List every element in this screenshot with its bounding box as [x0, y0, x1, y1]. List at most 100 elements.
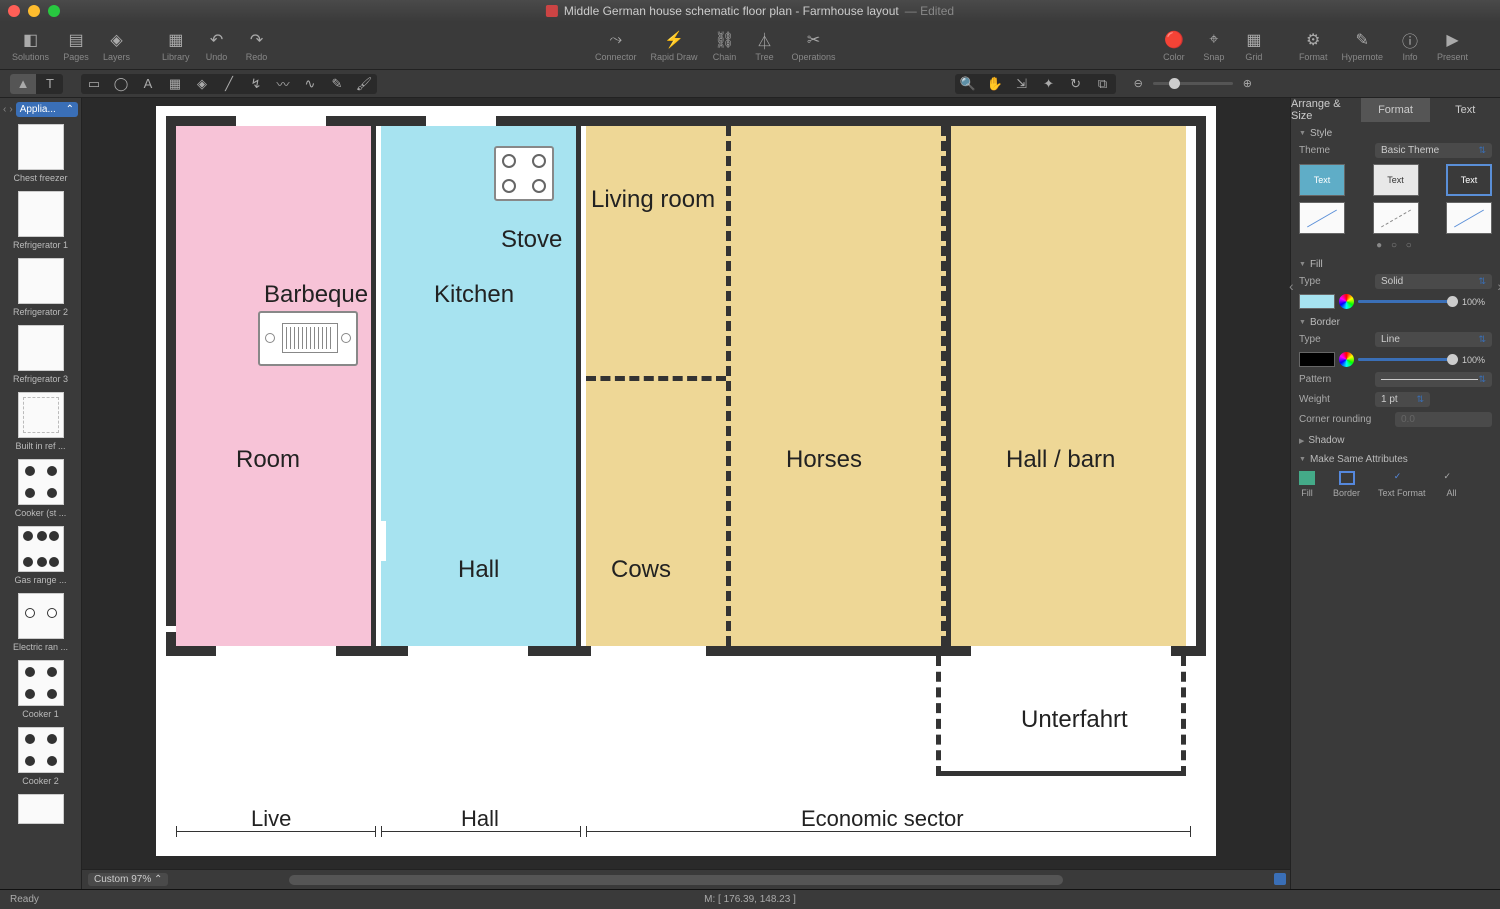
canvas-scroll[interactable]: Room Barbeque Kitchen Hall Stove Living …	[82, 98, 1290, 869]
drawing-page[interactable]: Room Barbeque Kitchen Hall Stove Living …	[156, 106, 1216, 856]
barbeque-shape[interactable]	[258, 311, 358, 366]
make-same-all[interactable]: ✓All	[1444, 471, 1460, 498]
close-window-button[interactable]	[8, 5, 20, 17]
dropper-tool[interactable]: ⇲	[1009, 74, 1035, 94]
edit-points-tool[interactable]: ✦	[1036, 74, 1062, 94]
fill-color-swatch[interactable]	[1299, 294, 1335, 309]
library-selector[interactable]: Applia...⌃	[16, 102, 78, 117]
spline-tool[interactable]: ∿	[297, 74, 323, 94]
line-swatch-1[interactable]	[1299, 202, 1345, 234]
zoom-window-button[interactable]	[48, 5, 60, 17]
zoom-out-button[interactable]: ⊖	[1134, 77, 1143, 90]
stencil-refrigerator-3[interactable]: Refrigerator 3	[4, 325, 77, 384]
room-kitchen[interactable]	[381, 126, 581, 646]
library-button[interactable]: ▦Library	[156, 27, 196, 64]
text-shape-tool[interactable]: A	[135, 74, 161, 94]
room-room[interactable]	[176, 126, 376, 646]
section-style-header[interactable]: Style	[1299, 128, 1492, 139]
stencil-cooker-1[interactable]: Cooker 1	[4, 660, 77, 719]
color-wheel-icon[interactable]	[1339, 294, 1354, 309]
stencil-extra[interactable]	[4, 794, 77, 824]
theme-swatch-3[interactable]: Text	[1446, 164, 1492, 196]
tab-arrange-size[interactable]: Arrange & Size	[1291, 98, 1361, 122]
section-shadow-header[interactable]: Shadow	[1299, 435, 1492, 446]
theme-swatch-2[interactable]: Text	[1373, 164, 1419, 196]
hypernote-button[interactable]: ✎Hypernote	[1335, 27, 1389, 64]
zoom-slider[interactable]	[1153, 82, 1233, 85]
room-living[interactable]	[586, 126, 726, 376]
fill-opacity-slider[interactable]	[1358, 300, 1458, 303]
border-type-select[interactable]: Line⇅	[1375, 332, 1492, 347]
chain-button[interactable]: ⛓Chain	[706, 27, 744, 64]
weight-input[interactable]: 1 pt⇅	[1375, 392, 1430, 407]
smart-connect-tool[interactable]: ↯	[243, 74, 269, 94]
table-tool[interactable]: ▦	[162, 74, 188, 94]
room-cows[interactable]	[586, 376, 726, 646]
line-swatch-3[interactable]	[1446, 202, 1492, 234]
divider-horses-right[interactable]	[941, 126, 946, 646]
fill-type-select[interactable]: Solid⇅	[1375, 274, 1492, 289]
border-opacity-slider[interactable]	[1358, 358, 1458, 361]
make-same-fill[interactable]: Fill	[1299, 471, 1315, 498]
section-make-same-header[interactable]: Make Same Attributes	[1299, 454, 1492, 465]
format-panel-button[interactable]: ⚙Format	[1293, 27, 1334, 64]
stencil-gas-range[interactable]: Gas range ...	[4, 526, 77, 585]
color-wheel-icon[interactable]	[1339, 352, 1354, 367]
pan-tool[interactable]: ✋	[982, 74, 1008, 94]
minimize-window-button[interactable]	[28, 5, 40, 17]
add-page-button[interactable]	[1274, 873, 1286, 885]
select-tool[interactable]: ▲	[10, 74, 36, 94]
theme-swatch-1[interactable]: Text	[1299, 164, 1345, 196]
stencil-refrigerator-1[interactable]: Refrigerator 1	[4, 191, 77, 250]
building-outline[interactable]: Room Barbeque Kitchen Hall Stove Living …	[166, 116, 1206, 656]
rotate-tool[interactable]: ↻	[1063, 74, 1089, 94]
swatch-pagination[interactable]: ● ○ ○	[1299, 240, 1492, 251]
crop-tool[interactable]: ⧉	[1090, 74, 1116, 94]
stencil-chest-freezer[interactable]: Chest freezer	[4, 124, 77, 183]
callout-tool[interactable]: ◈	[189, 74, 215, 94]
tree-button[interactable]: ⏃Tree	[746, 27, 784, 64]
operations-button[interactable]: ✂Operations	[786, 27, 842, 64]
color-button[interactable]: 🔴Color	[1155, 27, 1193, 64]
bezier-tool[interactable]: 〰	[270, 74, 296, 94]
paint-tool[interactable]: 🖌	[351, 74, 377, 94]
tab-format[interactable]: Format	[1361, 98, 1431, 122]
library-next-button[interactable]: ›	[9, 104, 12, 115]
stencil-built-in-ref[interactable]: Built in ref ...	[4, 392, 77, 451]
zoom-dropdown[interactable]: Custom 97% ⌃	[88, 873, 168, 886]
zoom-in-button[interactable]: ⊕	[1243, 77, 1252, 90]
stove-shape[interactable]	[494, 146, 554, 201]
connector-button[interactable]: ⤳Connector	[589, 27, 643, 64]
snap-button[interactable]: ⌖Snap	[1195, 27, 1233, 64]
pages-button[interactable]: ▤Pages	[57, 27, 95, 64]
unterfahrt-area[interactable]	[936, 656, 1186, 776]
theme-prev-button[interactable]: ‹	[1291, 278, 1294, 294]
stencil-cooker-2[interactable]: Cooker 2	[4, 727, 77, 786]
stencil-refrigerator-2[interactable]: Refrigerator 2	[4, 258, 77, 317]
zoom-tool[interactable]: 🔍	[955, 74, 981, 94]
present-button[interactable]: ▶Present	[1431, 27, 1474, 64]
tab-text[interactable]: Text	[1430, 98, 1500, 122]
solutions-button[interactable]: ◧Solutions	[6, 27, 55, 64]
ellipse-tool[interactable]: ◯	[108, 74, 134, 94]
pencil-tool[interactable]: ✎	[324, 74, 350, 94]
theme-select[interactable]: Basic Theme⇅	[1375, 143, 1492, 158]
pattern-select[interactable]: ⇅	[1375, 372, 1492, 387]
corner-input[interactable]: 0.0	[1395, 412, 1492, 427]
info-button[interactable]: ⓘInfo	[1391, 27, 1429, 64]
divider-horses-left[interactable]	[726, 126, 731, 646]
rect-tool[interactable]: ▭	[81, 74, 107, 94]
stencil-electric-range[interactable]: Electric ran ...	[4, 593, 77, 652]
section-fill-header[interactable]: Fill	[1299, 259, 1492, 270]
line-tool[interactable]: ╱	[216, 74, 242, 94]
grid-button[interactable]: ▦Grid	[1235, 27, 1273, 64]
border-color-swatch[interactable]	[1299, 352, 1335, 367]
layers-button[interactable]: ◈Layers	[97, 27, 136, 64]
line-swatch-2[interactable]	[1373, 202, 1419, 234]
horizontal-scrollbar[interactable]	[178, 873, 1284, 887]
stencil-cooker-st[interactable]: Cooker (st ...	[4, 459, 77, 518]
redo-button[interactable]: ↷Redo	[238, 27, 276, 64]
room-horses[interactable]	[726, 126, 946, 646]
stencil-list[interactable]: Chest freezer Refrigerator 1 Refrigerato…	[0, 120, 81, 889]
text-tool[interactable]: T	[37, 74, 63, 94]
